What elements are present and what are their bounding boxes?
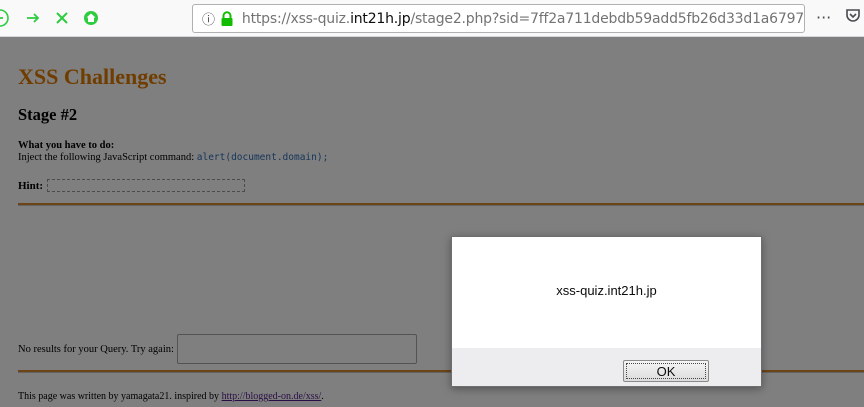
url-text: https://xss-quiz.int21h.jp/stage2.php?si… — [241, 10, 804, 27]
ok-button[interactable]: OK — [623, 360, 709, 382]
back-icon[interactable] — [0, 9, 12, 27]
home-icon[interactable] — [82, 9, 100, 27]
dialog-footer: OK — [452, 348, 761, 386]
url-bar[interactable]: ⓘ https://xss-quiz.int21h.jp/stage2.php?… — [192, 4, 805, 33]
lock-icon[interactable] — [220, 10, 234, 27]
pocket-icon[interactable] — [845, 6, 861, 28]
page-actions-icon[interactable]: ··· — [816, 8, 831, 27]
stop-icon[interactable] — [53, 9, 71, 27]
alert-message: xss-quiz.int21h.jp — [556, 283, 657, 298]
browser-toolbar: ⓘ https://xss-quiz.int21h.jp/stage2.php?… — [0, 0, 864, 37]
forward-icon[interactable] — [24, 9, 42, 27]
info-icon[interactable]: ⓘ — [201, 9, 216, 28]
alert-dialog: xss-quiz.int21h.jp OK — [451, 236, 762, 387]
